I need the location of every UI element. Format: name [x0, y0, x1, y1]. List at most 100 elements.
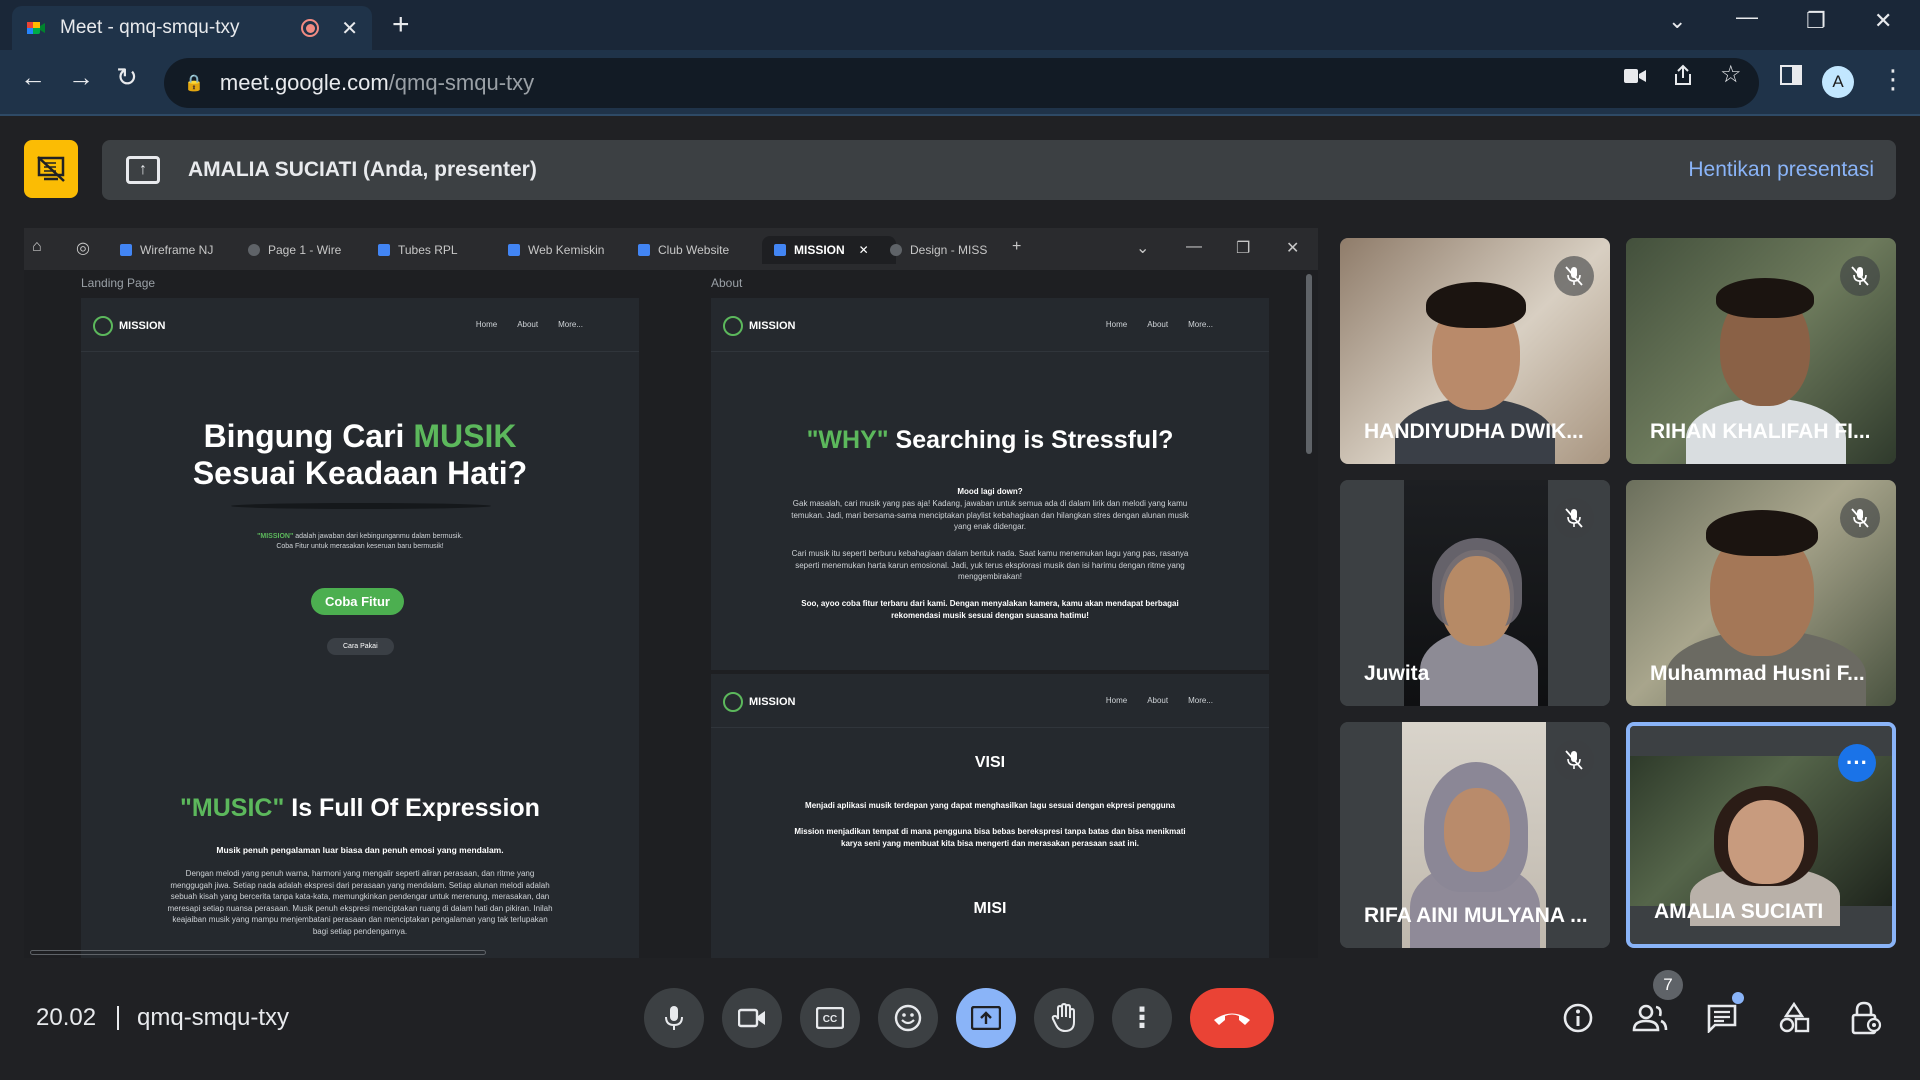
- microphone-icon: [665, 1006, 683, 1030]
- captions-icon: CC: [816, 1007, 844, 1029]
- host-controls-button[interactable]: [1846, 998, 1886, 1038]
- browser-tab-title: Meet - qmq-smqu-txy: [60, 17, 240, 38]
- participant-tile[interactable]: Juwita: [1340, 480, 1610, 706]
- browser-tab-meet[interactable]: Meet - qmq-smqu-txy ✕: [12, 6, 372, 50]
- shared-chevron-icon: ⌄: [1136, 240, 1150, 257]
- camera-in-use-icon[interactable]: [1624, 68, 1646, 84]
- mission-logo: MISSION: [93, 316, 165, 336]
- forward-icon[interactable]: →: [68, 62, 94, 93]
- visi-nav: MISSION Home About More...: [711, 674, 1269, 728]
- about-nav: MISSION Home About More...: [711, 298, 1269, 352]
- participant-name: RIHAN KHALIFAH FI...: [1650, 420, 1871, 443]
- present-now-button[interactable]: [956, 988, 1016, 1048]
- participant-name: HANDIYUDHA DWIK...: [1364, 420, 1584, 443]
- activities-shapes-icon: [1779, 1002, 1810, 1033]
- hero-shadow: [231, 503, 491, 509]
- raise-hand-button[interactable]: [1034, 988, 1094, 1048]
- mic-off-icon: [1554, 256, 1594, 296]
- shared-screen: ⌂ ◎ Wireframe NJ Page 1 - Wire Tubes RPL…: [24, 228, 1318, 958]
- present-screen-icon: ↑: [126, 156, 160, 184]
- shared-scrollbar-horizontal: [30, 950, 486, 955]
- hand-icon: [1051, 1003, 1075, 1033]
- chat-icon: [1707, 1004, 1737, 1033]
- participant-tile-self[interactable]: ··· AMALIA SUCIATI: [1626, 722, 1896, 948]
- shared-globe-icon: ◎: [76, 240, 90, 257]
- camera-icon: [738, 1008, 765, 1028]
- url-path: /qmq-smqu-txy: [388, 70, 535, 95]
- visi-title: VISI: [974, 754, 1006, 771]
- side-panel-icon[interactable]: [1780, 64, 1802, 86]
- captions-button[interactable]: CC: [800, 988, 860, 1048]
- participant-tile[interactable]: RIHAN KHALIFAH FI...: [1626, 238, 1896, 464]
- microphone-button[interactable]: [644, 988, 704, 1048]
- minimize-icon[interactable]: —: [1736, 4, 1758, 30]
- more-options-button[interactable]: ···: [1838, 744, 1876, 782]
- camera-button[interactable]: [722, 988, 782, 1048]
- chat-button[interactable]: [1702, 998, 1742, 1038]
- activities-button[interactable]: [1774, 998, 1814, 1038]
- shared-restore-icon: ❐: [1236, 240, 1251, 257]
- shared-tab: Club Website: [638, 236, 729, 264]
- participant-tile[interactable]: HANDIYUDHA DWIK...: [1340, 238, 1610, 464]
- shared-tab: Wireframe NJ: [120, 236, 213, 264]
- why-heading: "WHY" Searching is Stressful?: [806, 426, 1174, 454]
- presentation-off-icon: [37, 156, 65, 182]
- hide-presentation-button[interactable]: [24, 140, 78, 198]
- cara-pakai-button: Cara Pakai: [327, 638, 394, 655]
- leave-call-button[interactable]: [1190, 988, 1274, 1048]
- meet-favicon-icon: [27, 22, 45, 34]
- mic-off-icon: [1840, 256, 1880, 296]
- people-icon: [1632, 1004, 1668, 1032]
- close-window-icon[interactable]: ✕: [1874, 8, 1892, 34]
- more-vertical-icon: ⋮: [1128, 1002, 1156, 1033]
- more-options-button[interactable]: ⋮: [1112, 988, 1172, 1048]
- about-frame: MISSION Home About More... "WHY" Searching…: [711, 298, 1269, 670]
- close-tab-icon[interactable]: ✕: [341, 16, 358, 41]
- shared-new-tab-icon: +: [1012, 238, 1022, 255]
- misi-title: MISI: [973, 900, 1007, 917]
- bookmark-star-icon[interactable]: ☆: [1720, 60, 1742, 89]
- participant-name: Juwita: [1364, 662, 1430, 685]
- mic-off-icon: [1840, 498, 1880, 538]
- back-icon[interactable]: ←: [20, 62, 46, 93]
- about-nav-links: Home About More...: [1105, 320, 1213, 329]
- profile-avatar[interactable]: A: [1822, 66, 1854, 98]
- tab-search-icon[interactable]: ⌄: [1668, 8, 1686, 34]
- shared-tab: Design - MISS: [890, 236, 987, 264]
- divider: [117, 1006, 119, 1030]
- shared-tab-strip: ⌂ ◎ Wireframe NJ Page 1 - Wire Tubes RPL…: [24, 228, 1318, 270]
- shared-canvas: Landing Page About MISSION Home About More…: [24, 270, 1318, 958]
- landing-page-frame: MISSION Home About More... Bingung Cari MU…: [81, 298, 639, 958]
- participant-tile[interactable]: RIFA AINI MULYANA ...: [1340, 722, 1610, 948]
- present-screen-icon: [971, 1006, 1001, 1030]
- address-bar[interactable]: 🔒 meet.google.com /qmq-smqu-txy: [164, 58, 1759, 108]
- mic-off-icon: [1554, 498, 1594, 538]
- info-icon: [1563, 1003, 1593, 1033]
- chat-notification-dot: [1732, 992, 1744, 1004]
- people-button[interactable]: [1630, 998, 1670, 1038]
- why-paragraph-1: Gak masalah, cari musik yang pas aja! Ka…: [791, 499, 1189, 532]
- mission-logo: MISSION: [723, 692, 795, 712]
- reload-icon[interactable]: ↻: [116, 62, 138, 93]
- host-lock-icon: [1851, 1001, 1882, 1035]
- participant-name: AMALIA SUCIATI: [1654, 900, 1824, 923]
- meeting-details-button[interactable]: [1558, 998, 1598, 1038]
- shared-home-icon: ⌂: [32, 238, 42, 255]
- browser-menu-icon[interactable]: ⋮: [1880, 64, 1906, 95]
- shared-close-icon: ✕: [1286, 240, 1300, 257]
- recording-icon: [301, 19, 320, 37]
- participant-tile[interactable]: Muhammad Husni F...: [1626, 480, 1896, 706]
- share-icon[interactable]: [1672, 64, 1694, 86]
- reactions-button[interactable]: [878, 988, 938, 1048]
- end-call-icon: [1214, 1013, 1250, 1025]
- visi-text: Menjadi aplikasi musik terdepan yang dap…: [805, 801, 1175, 810]
- figma-tab-icon: [378, 244, 390, 256]
- visi-misi-frame: MISSION Home About More... VISI Menjadi ap…: [711, 674, 1269, 958]
- shared-tab: Page 1 - Wire: [248, 236, 341, 264]
- stop-presenting-button[interactable]: Hentikan presentasi: [1688, 158, 1874, 182]
- mic-off-icon: [1554, 740, 1594, 780]
- meeting-clock: 20.02: [36, 1004, 97, 1031]
- restore-icon[interactable]: ❐: [1806, 8, 1826, 34]
- why-paragraph-2: Cari musik itu seperti berburu kebahagia…: [791, 549, 1189, 582]
- new-tab-button[interactable]: +: [392, 8, 410, 42]
